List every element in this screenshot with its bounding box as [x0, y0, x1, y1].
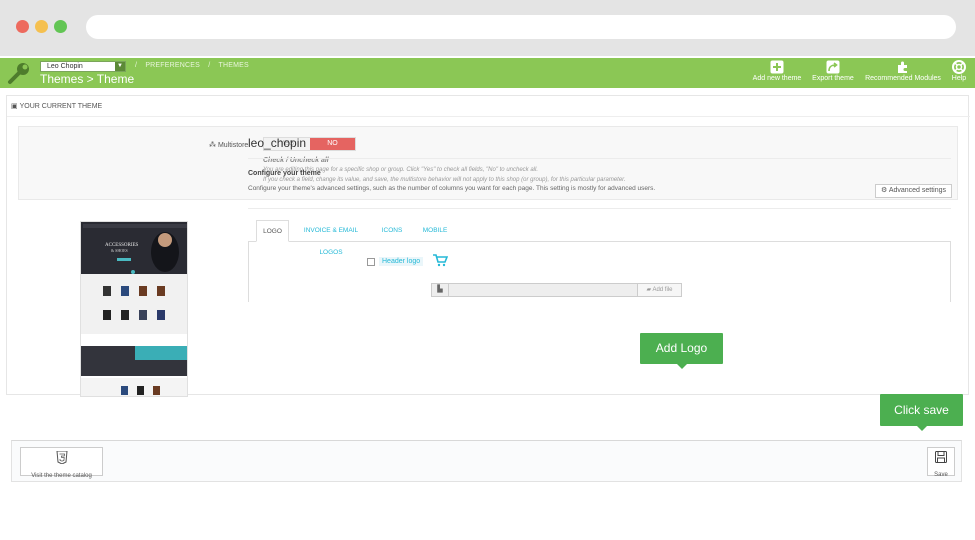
breadcrumb-item-preferences[interactable]: PREFERENCES [145, 62, 200, 69]
tab-mobile[interactable]: MOBILE [418, 220, 452, 242]
shop-select[interactable]: Leo Chopin ▼ [40, 61, 126, 72]
panel-heading: ▣ YOUR CURRENT THEME [11, 102, 102, 110]
address-bar[interactable] [86, 15, 956, 39]
file-icon: ▙ [432, 284, 449, 296]
add-new-theme-button[interactable]: Add new theme [751, 60, 803, 86]
minimize-window-button[interactable] [35, 20, 48, 33]
save-icon [935, 451, 947, 463]
multistore-note: If you check a field, change its value, … [263, 177, 626, 183]
puzzle-icon [898, 61, 907, 73]
toolbar-label: Help [951, 75, 967, 82]
toolbar-label: Add new theme [752, 75, 802, 82]
tab-invoice-email-logos[interactable]: INVOICE & EMAIL LOGOS [292, 220, 370, 256]
breadcrumb-separator: / [208, 62, 211, 69]
cart-icon [433, 254, 448, 267]
shop-select-value: Leo Chopin [47, 63, 83, 70]
advanced-settings-label: Advanced settings [888, 187, 947, 194]
advanced-settings-button[interactable]: ⚙ Advanced settings [875, 184, 952, 198]
close-window-button[interactable] [16, 20, 29, 33]
gear-icon: ⚙ [880, 187, 888, 194]
tab-logo[interactable]: LOGO [256, 220, 289, 242]
panel-heading-text: YOUR CURRENT THEME [19, 103, 103, 110]
page-title: Themes > Theme [40, 72, 135, 86]
browser-titlebar [0, 0, 975, 56]
add-logo-callout: Add Logo [640, 333, 723, 369]
multistore-no-option[interactable]: NO [310, 138, 355, 150]
breadcrumb: / PREFERENCES / THEMES [132, 62, 252, 69]
html5-icon [55, 451, 68, 464]
toolbar-label: Export theme [812, 75, 854, 82]
configure-theme-title: Configure your theme [248, 170, 321, 177]
chevron-down-icon: ▼ [115, 62, 125, 71]
theme-name: leo_chopin [248, 136, 307, 150]
header-logo-checkbox[interactable] [367, 258, 375, 266]
breadcrumb-separator: / [135, 62, 138, 69]
lifebuoy-icon [952, 60, 966, 74]
recommended-modules-button[interactable]: Recommended Modules [862, 60, 944, 86]
add-file-button[interactable]: ▰ Add file [637, 284, 681, 296]
sitemap-icon: ⁂ [209, 142, 216, 149]
theme-preview-image: ACCESSORIES & SHOES [80, 221, 188, 397]
toolbar-label: Recommended Modules [865, 75, 941, 82]
breadcrumb-item-themes[interactable]: THEMES [219, 62, 249, 69]
plus-square-icon [770, 60, 784, 74]
preview-hero-subtitle: & SHOES [111, 248, 128, 253]
add-file-label: Add file [652, 287, 673, 293]
wrench-icon [8, 63, 29, 84]
help-button[interactable]: Help [948, 60, 970, 86]
folder-icon: ▰ [646, 287, 652, 293]
save-button-label: Save [934, 472, 948, 478]
theme-tabs: LOGO INVOICE & EMAIL LOGOS ICONS MOBILE [248, 220, 951, 256]
multistore-label: ⁂ Multistore [209, 141, 248, 149]
save-button[interactable]: Save [927, 447, 955, 478]
share-icon [826, 60, 840, 74]
theme-preview-graphic: ACCESSORIES & SHOES [81, 222, 187, 396]
header-logo-label[interactable]: Header logo [379, 257, 424, 266]
maximize-window-button[interactable] [54, 20, 67, 33]
multistore-label-text: Multistore [217, 142, 249, 149]
visit-theme-catalog-button[interactable]: Visit the theme catalog [20, 447, 103, 479]
click-save-callout: Click save [880, 394, 963, 431]
html5-icon: ▣ [11, 103, 18, 110]
header-logo-file-input[interactable]: ▙ ▰ Add file [431, 283, 682, 297]
tab-icons[interactable]: ICONS [378, 220, 406, 242]
catalog-button-label: Visit the theme catalog [31, 473, 92, 479]
divider [7, 116, 970, 117]
admin-header: Leo Chopin ▼ / PREFERENCES / THEMES Them… [0, 58, 975, 88]
export-theme-button[interactable]: Export theme [810, 60, 856, 86]
panel-footer: Visit the theme catalog Save [11, 440, 962, 482]
divider [248, 158, 951, 159]
divider [248, 208, 951, 209]
configure-theme-description: Configure your theme's advanced settings… [248, 185, 656, 192]
